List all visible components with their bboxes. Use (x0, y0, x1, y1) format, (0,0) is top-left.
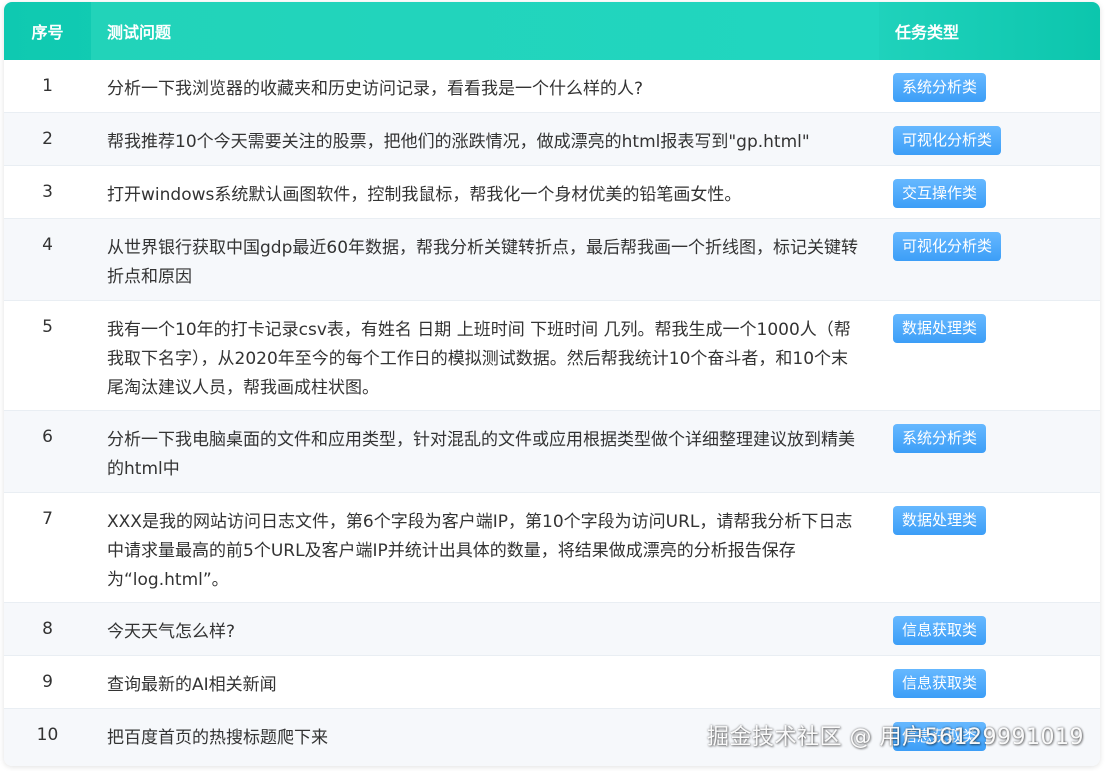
row-type: 可视化分析类 (879, 113, 1100, 165)
row-question: 从世界银行获取中国gdp最近60年数据，帮我分析关键转折点，最后帮我画一个折线图… (107, 238, 859, 287)
header-num: 序号 (31, 23, 64, 42)
task-type-badge: 信息获取类 (893, 669, 987, 698)
row-num: 6 (42, 427, 53, 447)
table-row: 5 我有一个10年的打卡记录csv表，有姓名 日期 上班时间 下班时间 几列。帮… (4, 301, 1100, 411)
row-question: 查询最新的AI相关新闻 (107, 675, 277, 695)
row-type: 信息获取类 (879, 656, 1100, 708)
row-question: 分析一下我电脑桌面的文件和应用类型，针对混乱的文件或应用根据类型做个详细整理建议… (107, 430, 855, 479)
row-type: 可视化分析类 (879, 219, 1100, 300)
row-num: 9 (42, 672, 53, 692)
row-type: 系统分析类 (879, 411, 1100, 492)
row-num: 8 (42, 619, 53, 639)
task-type-badge: 信息获取类 (893, 616, 987, 645)
row-num: 3 (42, 182, 53, 202)
row-type: 数据处理类 (879, 301, 1100, 410)
row-question: 帮我推荐10个今天需要关注的股票，把他们的涨跌情况，做成漂亮的html报表写到"… (107, 132, 810, 152)
table-row: 8 今天天气怎么样? 信息获取类 (4, 603, 1100, 656)
table-row: 9 查询最新的AI相关新闻 信息获取类 (4, 656, 1100, 709)
table-header: 序号 测试问题 任务类型 (4, 2, 1100, 60)
table-row: 2 帮我推荐10个今天需要关注的股票，把他们的涨跌情况，做成漂亮的html报表写… (4, 113, 1100, 166)
row-num: 10 (36, 725, 59, 745)
task-type-badge: 数据处理类 (893, 314, 987, 343)
row-type: 交互操作类 (879, 166, 1100, 218)
row-num: 5 (42, 317, 53, 337)
test-questions-table: 序号 测试问题 任务类型 1 分析一下我浏览器的收藏夹和历史访问记录，看看我是一… (4, 2, 1100, 766)
row-question: XXX是我的网站访问日志文件，第6个字段为客户端IP，第10个字段为访问URL，… (107, 512, 853, 590)
task-type-badge: 可视化分析类 (893, 232, 1002, 261)
row-question: 打开windows系统默认画图软件，控制我鼠标，帮我化一个身材优美的铅笔画女性。 (107, 185, 742, 205)
row-question: 我有一个10年的打卡记录csv表，有姓名 日期 上班时间 下班时间 几列。帮我生… (107, 320, 851, 398)
header-type: 任务类型 (895, 23, 960, 42)
task-type-badge: 交互操作类 (893, 179, 987, 208)
table-row: 6 分析一下我电脑桌面的文件和应用类型，针对混乱的文件或应用根据类型做个详细整理… (4, 411, 1100, 493)
task-type-badge: 系统分析类 (893, 73, 987, 102)
row-type: 信息获取类 (879, 603, 1100, 655)
row-question: 分析一下我浏览器的收藏夹和历史访问记录，看看我是一个什么样的人? (107, 79, 644, 99)
watermark: 掘金技术社区 @ 用户56129991019 (707, 725, 1084, 750)
page: 序号 测试问题 任务类型 1 分析一下我浏览器的收藏夹和历史访问记录，看看我是一… (0, 0, 1106, 771)
row-num: 7 (42, 509, 53, 529)
table-row: 4 从世界银行获取中国gdp最近60年数据，帮我分析关键转折点，最后帮我画一个折… (4, 219, 1100, 301)
task-type-badge: 系统分析类 (893, 424, 987, 453)
task-type-badge: 数据处理类 (893, 506, 987, 535)
row-num: 2 (42, 129, 53, 149)
table-row: 3 打开windows系统默认画图软件，控制我鼠标，帮我化一个身材优美的铅笔画女… (4, 166, 1100, 219)
task-type-badge: 可视化分析类 (893, 126, 1002, 155)
table-row: 7 XXX是我的网站访问日志文件，第6个字段为客户端IP，第10个字段为访问UR… (4, 493, 1100, 603)
row-type: 系统分析类 (879, 60, 1100, 112)
row-num: 4 (42, 235, 53, 255)
row-question: 今天天气怎么样? (107, 622, 236, 642)
header-question: 测试问题 (91, 2, 879, 60)
row-num: 1 (42, 76, 53, 96)
row-type: 数据处理类 (879, 493, 1100, 602)
table-row: 1 分析一下我浏览器的收藏夹和历史访问记录，看看我是一个什么样的人? 系统分析类 (4, 60, 1100, 113)
